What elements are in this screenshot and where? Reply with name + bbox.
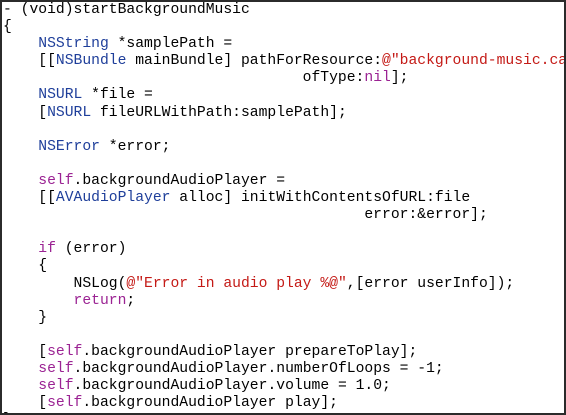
code-text: .backgroundAudioPlayer.volume = 1.0; <box>73 378 391 395</box>
code-line: NSLog(@"Error in audio play %@",[error u… <box>3 275 564 293</box>
keyword-token: self <box>38 360 74 377</box>
code-text: ; <box>126 292 136 309</box>
code-line: self.backgroundAudioPlayer.numberOfLoops… <box>3 360 564 378</box>
code-text: *error; <box>99 138 171 155</box>
keyword-token: self <box>47 395 83 412</box>
string-token: @"Error in audio play %@" <box>126 275 347 292</box>
keyword-token: if <box>38 241 56 258</box>
code-line: return; <box>3 292 564 310</box>
code-text: [ <box>3 395 48 412</box>
code-text: .backgroundAudioPlayer = <box>73 172 286 189</box>
string-token: @"background-music.caf" <box>382 53 566 70</box>
code-line: NSError *error; <box>3 138 564 156</box>
code-text: ]; <box>390 70 409 87</box>
code-text: [[ <box>3 53 56 70</box>
type-token: NSError <box>38 138 100 155</box>
code-text: ofType: <box>3 70 365 87</box>
code-line: ofType:nil]; <box>3 70 564 87</box>
code-line: [[NSBundle mainBundle] pathForResource:@… <box>3 53 566 70</box>
code-line: self.backgroundAudioPlayer.volume = 1.0; <box>3 378 564 395</box>
code-text: *samplePath = <box>108 36 233 53</box>
code-line: - (void)startBackgroundMusic <box>3 2 564 19</box>
code-text: { <box>3 19 12 36</box>
code-line: { <box>3 258 564 275</box>
code-line: [[AVAudioPlayer alloc] initWithContentsO… <box>3 190 564 207</box>
code-line: } <box>3 309 564 327</box>
code-text: *file = <box>82 87 153 104</box>
code-text: - (void)startBackgroundMusic <box>3 2 250 18</box>
code-text: [[ <box>3 190 56 207</box>
code-text: [ <box>3 343 48 360</box>
type-token: NSURL <box>47 104 92 121</box>
code-line: [NSURL fileURLWithPath:samplePath]; <box>3 104 564 122</box>
code-line: [self.backgroundAudioPlayer prepareToPla… <box>3 343 564 361</box>
code-text: (error) <box>55 241 127 258</box>
code-text: mainBundle] pathForResource: <box>126 53 383 70</box>
code-text: .backgroundAudioPlayer play]; <box>82 395 338 412</box>
type-token: NSBundle <box>55 53 127 70</box>
code-text: alloc] initWithContentsOfURL:file <box>170 190 471 207</box>
code-line: [self.backgroundAudioPlayer play]; <box>3 395 564 412</box>
code-text: [ <box>3 104 48 121</box>
code-text: .backgroundAudioPlayer prepareToPlay]; <box>82 343 418 360</box>
code-text: } <box>3 309 48 326</box>
code-line: self.backgroundAudioPlayer = <box>3 172 564 190</box>
keyword-token: self <box>47 343 83 360</box>
type-token: NSURL <box>38 87 83 104</box>
keyword-token: return <box>73 292 127 309</box>
code-line: { <box>3 19 564 36</box>
type-token: AVAudioPlayer <box>55 190 171 207</box>
code-text: { <box>3 258 48 275</box>
code-listing: - (void)startBackgroundMusic{ NSString *… <box>3 2 566 413</box>
code-line: NSURL *file = <box>3 87 564 104</box>
code-text: fileURLWithPath:samplePath]; <box>91 104 347 121</box>
keyword-token: self <box>38 378 74 395</box>
type-token: NSString <box>38 36 109 53</box>
code-line: NSString *samplePath = <box>3 36 564 53</box>
code-text: .backgroundAudioPlayer.numberOfLoops = -… <box>73 360 444 377</box>
code-text: ,[error userInfo]); <box>346 275 515 292</box>
code-text: NSLog( <box>3 275 127 292</box>
code-line: if (error) <box>3 241 564 258</box>
keyword-token: nil <box>364 70 391 87</box>
code-text: error:&error]; <box>3 207 488 224</box>
keyword-token: self <box>38 172 74 189</box>
code-panel: - (void)startBackgroundMusic{ NSString *… <box>0 0 566 415</box>
code-line: error:&error]; <box>3 207 564 224</box>
